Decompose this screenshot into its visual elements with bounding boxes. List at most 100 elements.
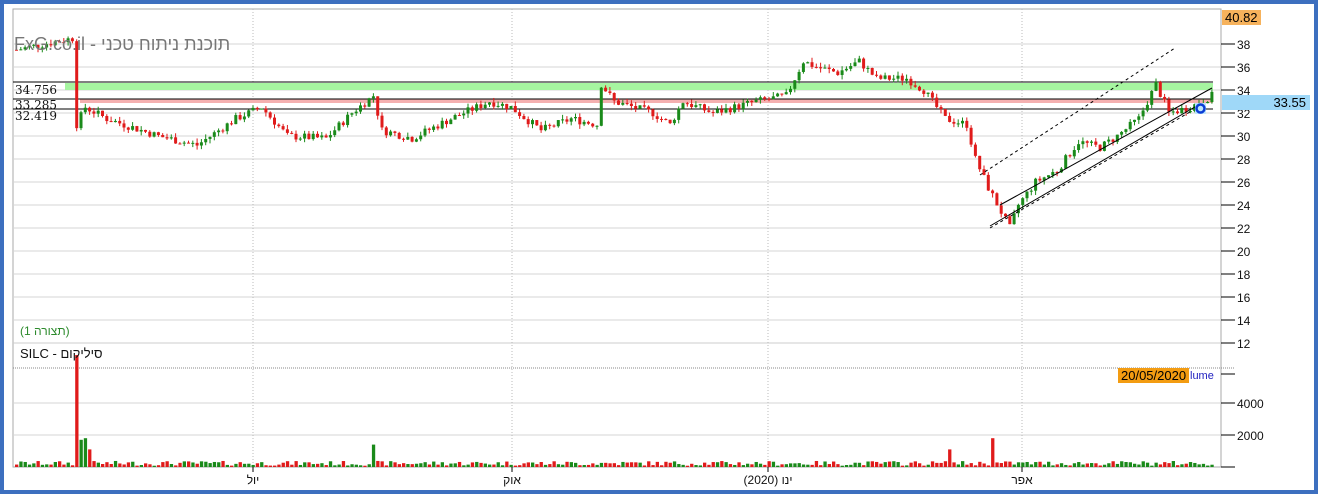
candle — [1068, 155, 1072, 157]
candle — [350, 113, 354, 115]
candle — [930, 92, 934, 98]
candle — [660, 118, 663, 120]
candle — [621, 102, 625, 105]
candle — [307, 133, 311, 140]
candle — [277, 124, 281, 127]
volume-bar — [92, 461, 96, 467]
candle — [565, 119, 569, 122]
candle — [995, 193, 999, 206]
volume-bar — [737, 462, 741, 467]
candle — [677, 108, 681, 120]
candle — [754, 99, 758, 103]
candle — [543, 124, 547, 131]
volume-bar — [483, 463, 487, 467]
volume-title: lume — [1190, 370, 1214, 382]
candle — [466, 107, 470, 114]
volume-bar — [797, 463, 801, 467]
volume-bar — [290, 464, 294, 467]
volume-bar — [952, 462, 956, 467]
volume-bar — [66, 462, 70, 467]
candle — [823, 67, 827, 69]
plot-border — [12, 8, 1222, 468]
candle — [1163, 96, 1167, 100]
candle — [909, 78, 913, 86]
volume-bar — [27, 464, 32, 467]
volume-bar — [83, 438, 88, 467]
volume-bar — [1163, 462, 1167, 467]
candle — [109, 121, 113, 123]
volume-bar — [625, 462, 629, 467]
volume-bar — [1206, 465, 1210, 467]
candle — [380, 115, 384, 128]
volume-bar — [1184, 463, 1188, 467]
volume-bar — [672, 461, 677, 467]
price-max-label: 40.82 — [1222, 10, 1261, 25]
candle — [586, 121, 590, 124]
candle — [522, 116, 526, 120]
candle — [328, 135, 332, 138]
volume-bar — [543, 464, 548, 467]
candle — [720, 109, 724, 113]
volume-bar — [457, 461, 462, 467]
volume-bar — [500, 465, 505, 467]
candle — [1047, 175, 1050, 178]
candle — [552, 125, 556, 127]
volume-bar — [23, 461, 27, 467]
candle — [814, 66, 818, 68]
candle — [952, 121, 956, 124]
volume-bar — [621, 461, 625, 467]
candle — [892, 78, 896, 80]
volume-bar — [900, 465, 905, 467]
volume-bar — [905, 465, 909, 467]
candle — [509, 106, 513, 110]
candle — [599, 87, 603, 126]
volume-bar — [376, 460, 380, 467]
volume-bar — [1201, 463, 1206, 467]
volume-bar — [281, 462, 285, 467]
volume-bar — [182, 461, 186, 467]
candle — [574, 117, 577, 119]
volume-bar — [384, 465, 389, 467]
volume-bar — [1055, 464, 1059, 467]
candle — [1025, 191, 1029, 199]
volume-bar — [1025, 461, 1029, 467]
volume-bar — [333, 465, 337, 467]
candle — [836, 71, 840, 75]
volume-bar — [827, 464, 831, 467]
candle — [638, 105, 642, 109]
volume-bar — [518, 465, 522, 467]
volume-bar — [1098, 465, 1102, 467]
volume-bar — [122, 464, 126, 467]
candle — [556, 120, 560, 127]
volume-bar — [432, 461, 436, 467]
candle — [376, 96, 380, 116]
volume-bar — [298, 464, 303, 467]
volume-bar — [1004, 461, 1008, 467]
volume-bar — [1081, 464, 1085, 467]
candle — [268, 112, 272, 118]
volume-bar — [1210, 464, 1214, 467]
volume-tick-label: 2000 — [1237, 429, 1264, 443]
candle — [144, 129, 147, 132]
volume-bar — [1034, 462, 1038, 467]
volume-bar — [19, 461, 23, 467]
candle — [1167, 99, 1171, 112]
candle — [505, 103, 509, 110]
volume-bar — [531, 462, 535, 467]
volume-bar — [470, 462, 475, 467]
volume-bar — [806, 464, 810, 467]
volume-bar — [965, 464, 969, 467]
volume-bar — [690, 463, 694, 467]
volume-bar — [1012, 464, 1016, 467]
volume-bar — [135, 465, 139, 467]
volume-bar — [1133, 463, 1137, 467]
volume-bar — [1158, 464, 1163, 467]
volume-bar — [883, 462, 887, 467]
volume-bar — [371, 444, 376, 467]
candle — [1180, 107, 1184, 114]
candle — [148, 131, 152, 137]
candle — [797, 71, 801, 81]
candle — [887, 75, 891, 80]
price-chart[interactable]: 121416182022242628303234363820004000יול א… — [0, 0, 1318, 494]
volume-bar — [522, 463, 526, 467]
